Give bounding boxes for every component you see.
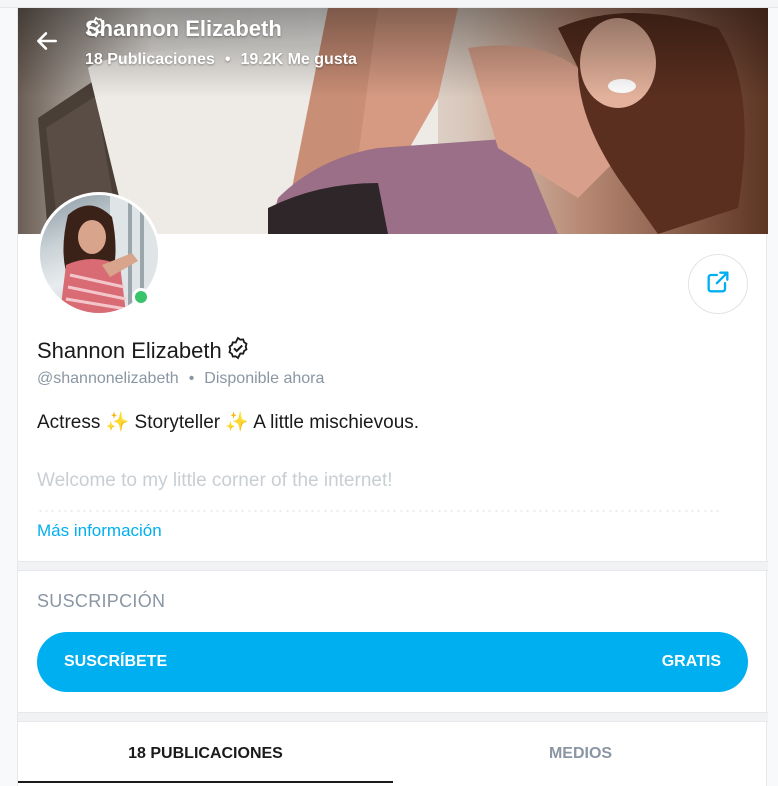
posts-count: 18 Publicaciones: [85, 51, 215, 68]
share-icon: [704, 268, 732, 301]
availability-status: Disponible ahora: [204, 370, 325, 387]
subscribe-button[interactable]: SUSCRÍBETE GRATIS: [37, 632, 748, 692]
likes-count: 19.2K Me gusta: [240, 51, 357, 68]
profile-handle: @shannonelizabeth: [37, 370, 179, 387]
subscription-heading: SUSCRIPCIÓN: [37, 591, 166, 611]
section-divider: [18, 561, 768, 571]
bio-faded-line: ………………………………………………………………………………………………: [37, 502, 721, 517]
back-button[interactable]: [34, 28, 68, 62]
handle-row: @shannonelizabeth • Disponible ahora: [37, 370, 324, 388]
bio-welcome: Welcome to my little corner of the inter…: [37, 470, 393, 491]
share-button[interactable]: [688, 254, 748, 314]
banner-stats: 18 Publicaciones • 19.2K Me gusta: [85, 51, 357, 69]
banner-name: Shannon Elizabeth: [85, 16, 282, 41]
online-status-dot: [132, 288, 150, 306]
profile-name-text: Shannon Elizabeth: [37, 338, 222, 363]
more-info-link[interactable]: Más información: [37, 521, 162, 541]
content-tabs: 18 PUBLICACIONES MEDIOS: [18, 722, 768, 786]
subscribe-price: GRATIS: [661, 653, 721, 670]
stats-separator: •: [224, 51, 231, 68]
handle-separator: •: [188, 370, 195, 387]
verified-badge-icon: [226, 336, 250, 366]
browser-top-edge: [0, 0, 778, 8]
banner-title: Shannon Elizabeth: [85, 16, 288, 42]
profile-name: Shannon Elizabeth: [37, 336, 250, 366]
profile-column: Shannon Elizabeth 18 Publicaciones • 19.…: [17, 8, 768, 786]
subscribe-label: SUSCRÍBETE: [64, 653, 168, 670]
bio-text: Actress ✨ Storyteller ✨ A little mischie…: [37, 412, 420, 433]
tab-posts[interactable]: 18 PUBLICACIONES: [18, 722, 393, 786]
section-divider: [18, 712, 768, 722]
tab-media[interactable]: MEDIOS: [393, 722, 768, 786]
